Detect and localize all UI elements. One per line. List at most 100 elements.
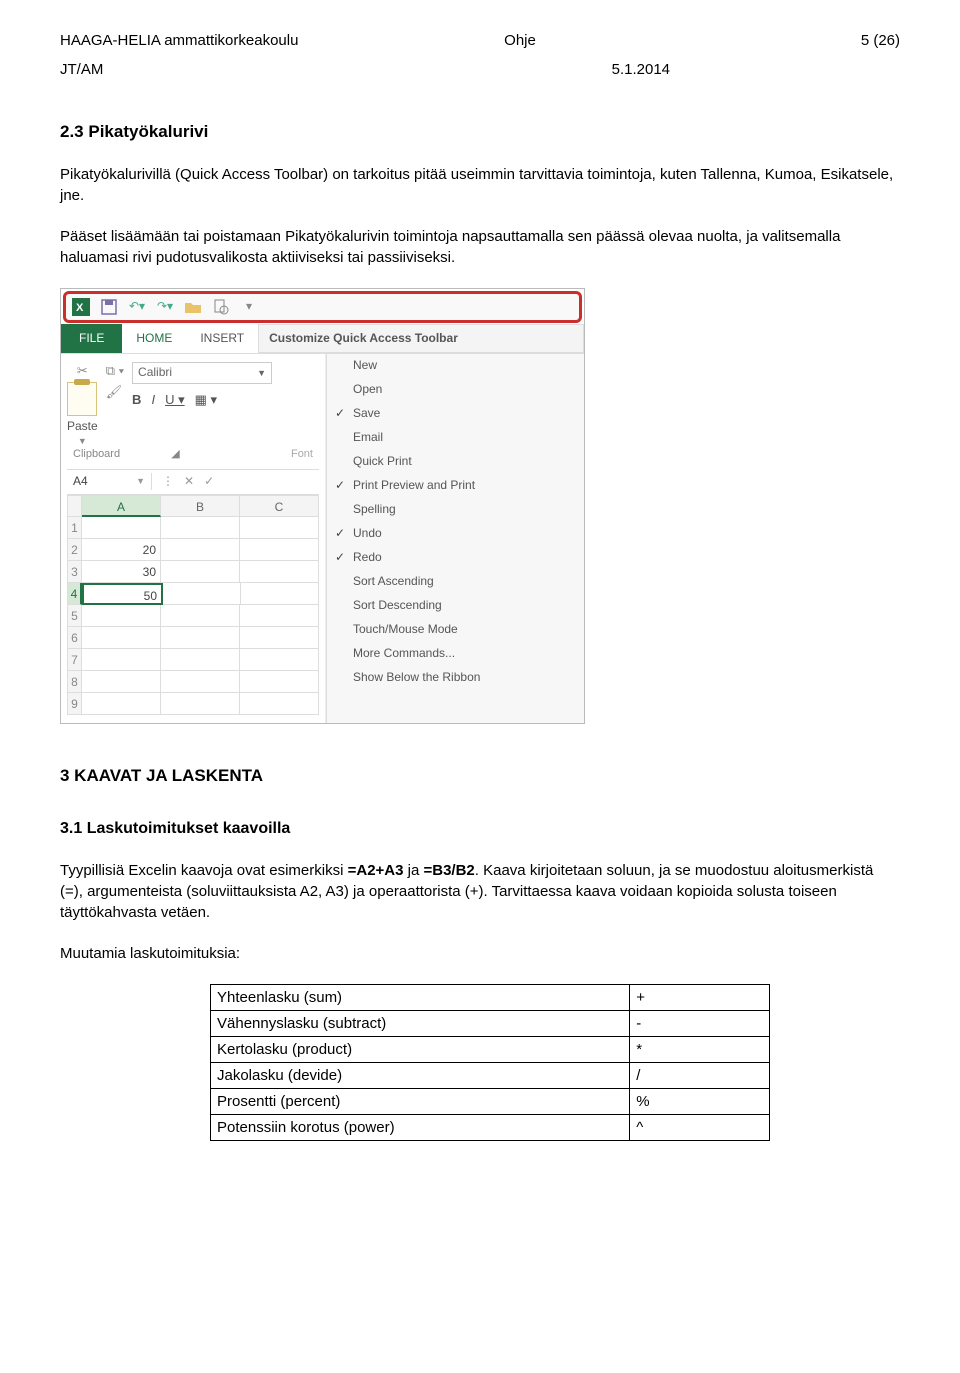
cell[interactable]: [161, 671, 240, 693]
tab-home[interactable]: HOME: [122, 324, 186, 353]
qat-menu-item[interactable]: Email: [327, 426, 584, 450]
cut-icon[interactable]: ✂: [67, 362, 98, 380]
row-header[interactable]: 5: [67, 605, 82, 627]
excel-app-icon[interactable]: X: [72, 298, 90, 316]
enter-formula-icon[interactable]: ✓: [204, 473, 214, 490]
cell[interactable]: [240, 561, 319, 583]
cell[interactable]: 30: [82, 561, 161, 583]
cell[interactable]: [240, 605, 319, 627]
cell[interactable]: [241, 583, 319, 605]
font-group-label: Font: [291, 447, 313, 462]
bold-button[interactable]: B: [132, 391, 141, 409]
cell[interactable]: [163, 583, 241, 605]
col-header[interactable]: C: [240, 495, 319, 517]
table-row: Prosentti (percent)%: [211, 1088, 770, 1114]
print-preview-icon[interactable]: [212, 298, 230, 316]
qat-menu-item[interactable]: Quick Print: [327, 450, 584, 474]
row-header[interactable]: 3: [67, 561, 82, 583]
format-painter-icon[interactable]: 🖌: [106, 383, 124, 401]
table-row: Yhteenlasku (sum)+: [211, 984, 770, 1010]
cell[interactable]: [161, 561, 240, 583]
op-name: Yhteenlasku (sum): [211, 984, 630, 1010]
table-row: Jakolasku (devide)/: [211, 1062, 770, 1088]
cell[interactable]: [161, 539, 240, 561]
cell[interactable]: 20: [82, 539, 161, 561]
cell[interactable]: [240, 539, 319, 561]
cell[interactable]: [240, 627, 319, 649]
cell[interactable]: [82, 671, 161, 693]
col-header[interactable]: B: [161, 495, 240, 517]
excel-screenshot: X ↶▾ ↷▾ ▾ FILE HOME INSERT Customize Qui…: [60, 288, 585, 724]
qat-menu-item[interactable]: Sort Ascending: [327, 570, 584, 594]
row-header[interactable]: 2: [67, 539, 82, 561]
qat-menu-item[interactable]: Open: [327, 378, 584, 402]
qat-customize-dropdown-icon[interactable]: ▾: [240, 298, 258, 316]
tab-file[interactable]: FILE: [61, 324, 122, 353]
open-folder-icon[interactable]: [184, 298, 202, 316]
cell[interactable]: [161, 693, 240, 715]
page-subheader: JT/AM 5.1.2014: [60, 59, 900, 80]
paste-button[interactable]: ✂ Paste ▼: [67, 362, 98, 448]
namebox-divider-icon: ⋮: [162, 473, 174, 490]
cell[interactable]: [161, 649, 240, 671]
ribbon-body: ✂ Paste ▼ ⧉ ▾ 🖌 Calibri ▼ B I: [61, 353, 584, 723]
row-header[interactable]: 7: [67, 649, 82, 671]
cell[interactable]: [240, 649, 319, 671]
qat-menu-item[interactable]: New: [327, 354, 584, 378]
cell[interactable]: [161, 517, 240, 539]
cell[interactable]: [82, 517, 161, 539]
cell-selected[interactable]: 50: [82, 583, 163, 605]
op-symbol: %: [630, 1088, 770, 1114]
cancel-formula-icon[interactable]: ✕: [184, 473, 194, 490]
row-header[interactable]: 1: [67, 517, 82, 539]
row-header[interactable]: 6: [67, 627, 82, 649]
header-institution: HAAGA-HELIA ammattikorkeakoulu: [60, 30, 424, 51]
op-symbol: /: [630, 1062, 770, 1088]
cell[interactable]: [161, 605, 240, 627]
op-name: Potenssiin korotus (power): [211, 1114, 630, 1140]
qat-menu-item[interactable]: Save: [327, 402, 584, 426]
cell[interactable]: [82, 693, 161, 715]
paste-dropdown-icon[interactable]: ▼: [67, 435, 98, 448]
cell[interactable]: [240, 517, 319, 539]
customize-qat-menu: NewOpenSaveEmailQuick PrintPrint Preview…: [326, 354, 584, 723]
op-symbol: -: [630, 1010, 770, 1036]
dialog-launcher-icon[interactable]: ◢: [171, 447, 179, 462]
underline-button[interactable]: U ▾: [165, 391, 185, 409]
qat-menu-item[interactable]: Touch/Mouse Mode: [327, 618, 584, 642]
qat-menu-item[interactable]: Spelling: [327, 498, 584, 522]
cell[interactable]: [82, 649, 161, 671]
qat-menu-item[interactable]: Show Below the Ribbon: [327, 666, 584, 690]
qat-menu-item[interactable]: More Commands...: [327, 642, 584, 666]
qat-menu-item[interactable]: Redo: [327, 546, 584, 570]
row-header[interactable]: 8: [67, 671, 82, 693]
cell[interactable]: [82, 627, 161, 649]
cell[interactable]: [240, 671, 319, 693]
border-button[interactable]: ▦ ▾: [195, 391, 217, 409]
col-header[interactable]: A: [82, 495, 161, 517]
save-icon[interactable]: [100, 298, 118, 316]
quick-access-toolbar: X ↶▾ ↷▾ ▾: [63, 291, 582, 323]
qat-menu-item[interactable]: Sort Descending: [327, 594, 584, 618]
cell[interactable]: [240, 693, 319, 715]
font-name-value: Calibri: [138, 364, 172, 381]
row-header[interactable]: 4: [67, 583, 82, 605]
font-name-select[interactable]: Calibri ▼: [132, 362, 272, 384]
table-row: Vähennyslasku (subtract)-: [211, 1010, 770, 1036]
section-3-title: 3 KAAVAT JA LASKENTA: [60, 764, 900, 788]
qat-menu-item[interactable]: Print Preview and Print: [327, 474, 584, 498]
undo-icon[interactable]: ↶▾: [128, 298, 146, 316]
cell[interactable]: [82, 605, 161, 627]
row-header[interactable]: 9: [67, 693, 82, 715]
name-box[interactable]: A4 ▼: [67, 473, 152, 490]
section-3-1-title: 3.1 Laskutoimitukset kaavoilla: [60, 818, 900, 840]
redo-icon[interactable]: ↷▾: [156, 298, 174, 316]
op-name: Kertolasku (product): [211, 1036, 630, 1062]
italic-button[interactable]: I: [151, 391, 155, 409]
section-2-3-para-1: Pikatyökalurivillä (Quick Access Toolbar…: [60, 164, 900, 206]
tab-insert[interactable]: INSERT: [186, 324, 258, 353]
cell[interactable]: [161, 627, 240, 649]
copy-icon[interactable]: ⧉ ▾: [106, 362, 124, 380]
select-all-corner[interactable]: [67, 495, 82, 517]
qat-menu-item[interactable]: Undo: [327, 522, 584, 546]
